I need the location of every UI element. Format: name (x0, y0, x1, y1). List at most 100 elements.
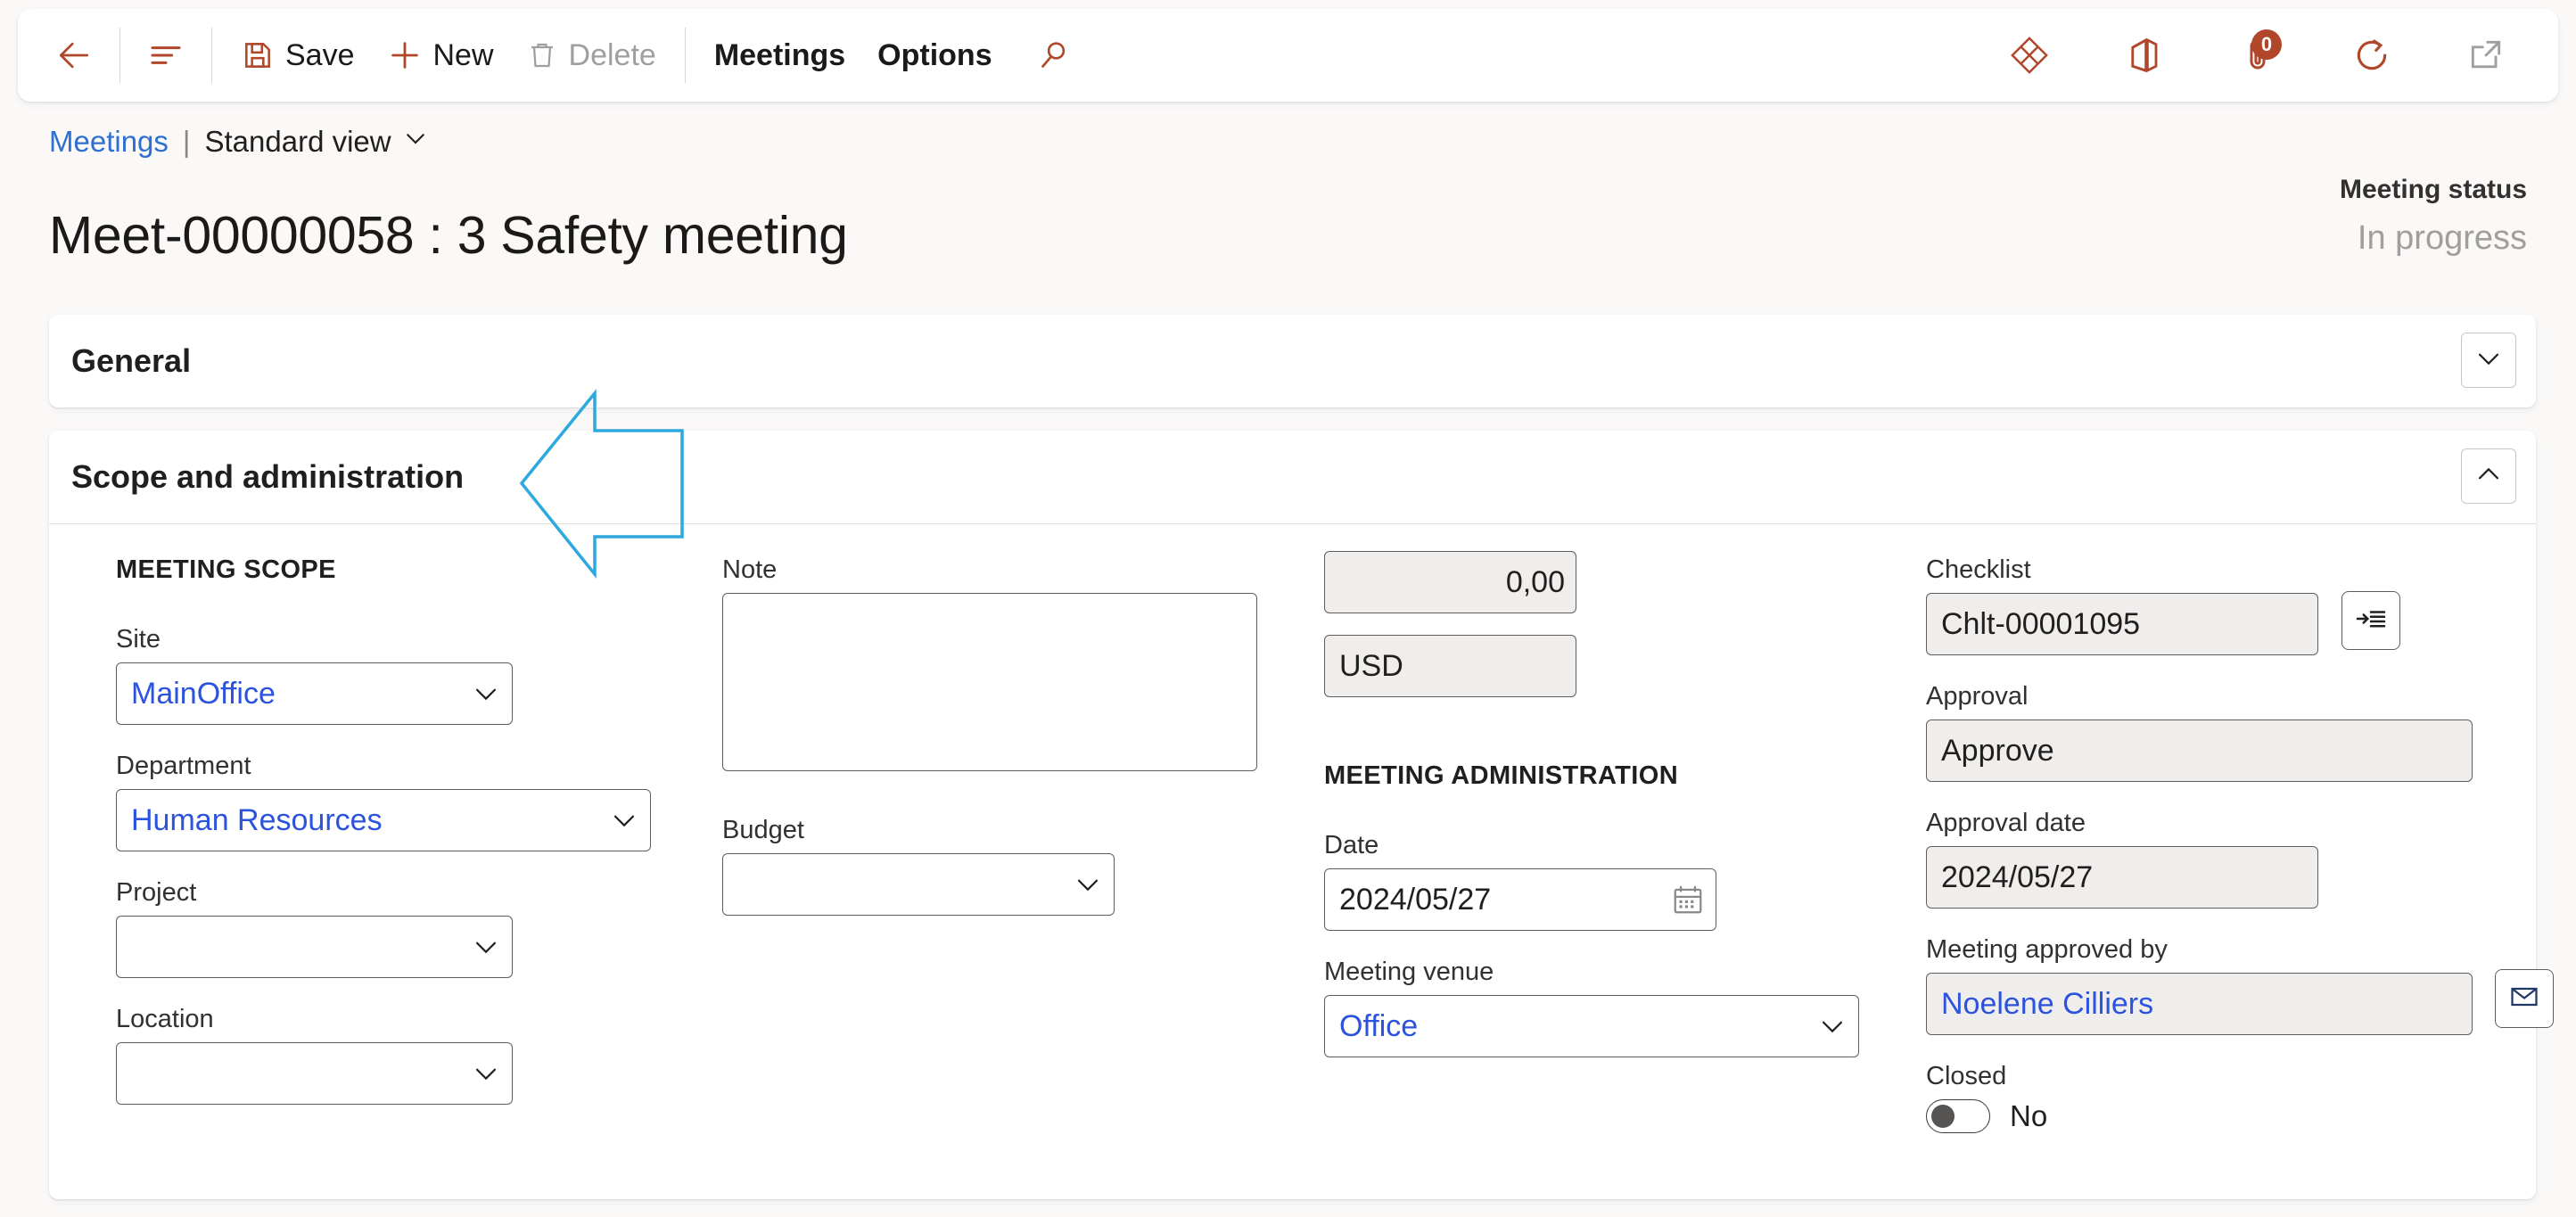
save-button[interactable]: Save (225, 26, 371, 85)
chevron-down-icon[interactable] (471, 678, 501, 709)
field-meeting-venue: Meeting venue Office (1324, 958, 1895, 1057)
field-project: Project (116, 878, 687, 978)
checklist-go-to-details-button[interactable] (2341, 591, 2400, 650)
breadcrumb-parent-link[interactable]: Meetings (49, 125, 169, 159)
dynamics-button[interactable] (1996, 22, 2062, 88)
dynamics-diamond-icon (2009, 35, 2050, 76)
meeting-status-block: Meeting status In progress (2340, 175, 2527, 258)
closed-toggle-row: No (1926, 1099, 2550, 1133)
chevron-down-icon[interactable] (471, 932, 501, 962)
site-input[interactable]: MainOffice (116, 662, 513, 725)
amount-input: 0,00 (1324, 551, 1576, 613)
closed-toggle[interactable] (1926, 1099, 1990, 1133)
chevron-down-icon (402, 125, 429, 159)
attachments-count-badge: 0 (2251, 29, 2282, 60)
approval-date-value: 2024/05/27 (1941, 859, 2094, 894)
toolbar-divider-3 (684, 28, 686, 83)
attachments-button[interactable]: 0 (2225, 22, 2291, 88)
currency-input: USD (1324, 635, 1576, 697)
location-input[interactable] (116, 1042, 513, 1105)
budget-input[interactable] (722, 853, 1115, 916)
column-meeting-scope: MEETING SCOPE Site MainOffice Department… (116, 524, 687, 1105)
meeting-status-value: In progress (2357, 219, 2527, 257)
department-input[interactable]: Human Resources (116, 789, 651, 851)
approval-label: Approval (1926, 682, 2029, 711)
new-label: New (432, 37, 494, 72)
view-selector-label: Standard view (204, 125, 391, 158)
approval-date-input: 2024/05/27 (1926, 846, 2318, 909)
list-lines-icon (148, 37, 184, 73)
approval-input: Approve (1926, 720, 2473, 782)
office-apps-button[interactable] (2111, 22, 2177, 88)
command-bar: Save New Delete Meetings Options 0 (18, 9, 2558, 102)
field-approval: Approval Approve (1926, 682, 2550, 782)
meeting-scope-heading: MEETING SCOPE (116, 555, 336, 584)
site-value: MainOffice (131, 676, 276, 711)
command-bar-right-group: 0 (1996, 9, 2558, 102)
chevron-down-icon[interactable] (1073, 869, 1103, 900)
meeting-administration-heading: MEETING ADMINISTRATION (1324, 761, 1679, 790)
meeting-approved-by-value: Noelene Cilliers (1941, 986, 2154, 1021)
approval-value: Approve (1941, 733, 2054, 768)
column-checklist-approval: Checklist Chlt-00001095 Approval Approve… (1926, 524, 2554, 1133)
field-note: Note (722, 555, 1293, 771)
field-budget: Budget (722, 816, 1293, 916)
section-general-title: General (71, 342, 192, 379)
checklist-input[interactable]: Chlt-00001095 (1926, 593, 2318, 655)
note-textarea[interactable] (722, 593, 1257, 771)
meeting-status-label: Meeting status (2339, 175, 2527, 204)
send-email-button[interactable] (2495, 969, 2554, 1028)
go-to-details-icon (2355, 603, 2387, 639)
date-input[interactable]: 2024/05/27 (1324, 868, 1716, 931)
section-scope-and-administration: Scope and administration MEETING SCOPE S… (49, 431, 2554, 1199)
field-department: Department Human Resources (116, 752, 687, 851)
section-general-expand-button[interactable] (2461, 333, 2516, 388)
delete-button: Delete (510, 26, 672, 85)
meeting-venue-input[interactable]: Office (1324, 995, 1859, 1057)
chevron-down-icon[interactable] (1817, 1011, 1848, 1041)
envelope-icon (2508, 981, 2540, 1017)
section-scope-collapse-button[interactable] (2461, 448, 2516, 504)
project-label: Project (116, 878, 197, 907)
tab-options[interactable]: Options (861, 26, 1008, 85)
save-label: Save (285, 37, 355, 72)
project-input[interactable] (116, 916, 513, 978)
refresh-button[interactable] (2339, 22, 2405, 88)
section-general-header[interactable]: General (49, 315, 2536, 407)
toolbar-divider-1 (119, 28, 120, 83)
chevron-down-icon[interactable] (609, 805, 639, 835)
checklist-label: Checklist (1926, 555, 2031, 584)
calendar-icon[interactable] (1671, 883, 1705, 917)
field-meeting-approved-by: Meeting approved by Noelene Cilliers (1926, 935, 2554, 1035)
field-approval-date: Approval date 2024/05/27 (1926, 809, 2550, 909)
save-disk-icon (241, 38, 275, 72)
closed-value: No (2010, 1099, 2048, 1132)
chevron-up-icon (2473, 459, 2504, 494)
toolbar-divider-2 (211, 28, 212, 83)
meeting-approved-by-input[interactable]: Noelene Cilliers (1926, 973, 2473, 1035)
budget-label: Budget (722, 816, 804, 844)
field-checklist: Checklist Chlt-00001095 (1926, 555, 2550, 655)
tab-meetings[interactable]: Meetings (698, 26, 861, 85)
back-button[interactable] (41, 22, 107, 88)
open-in-new-window-icon (2466, 36, 2506, 75)
meeting-venue-value: Office (1339, 1008, 1419, 1043)
date-value: 2024/05/27 (1339, 882, 1492, 917)
department-value: Human Resources (131, 802, 383, 837)
meeting-approved-by-label: Meeting approved by (1926, 935, 2168, 964)
show-list-button[interactable] (133, 22, 199, 88)
location-label: Location (116, 1005, 214, 1033)
date-label: Date (1324, 831, 1379, 859)
field-closed: Closed No (1926, 1062, 2550, 1133)
search-button[interactable] (1021, 22, 1087, 88)
view-selector[interactable]: Standard view (204, 125, 428, 159)
site-label: Site (116, 625, 160, 654)
new-button[interactable]: New (371, 26, 510, 85)
refresh-icon (2352, 36, 2391, 75)
field-amount: 0,00 (1324, 551, 1895, 613)
field-currency: USD (1324, 635, 1895, 697)
chevron-down-icon[interactable] (471, 1058, 501, 1089)
open-in-new-window-button[interactable] (2453, 22, 2519, 88)
section-scope-header[interactable]: Scope and administration (49, 431, 2536, 523)
breadcrumb: Meetings | Standard view (49, 125, 429, 159)
